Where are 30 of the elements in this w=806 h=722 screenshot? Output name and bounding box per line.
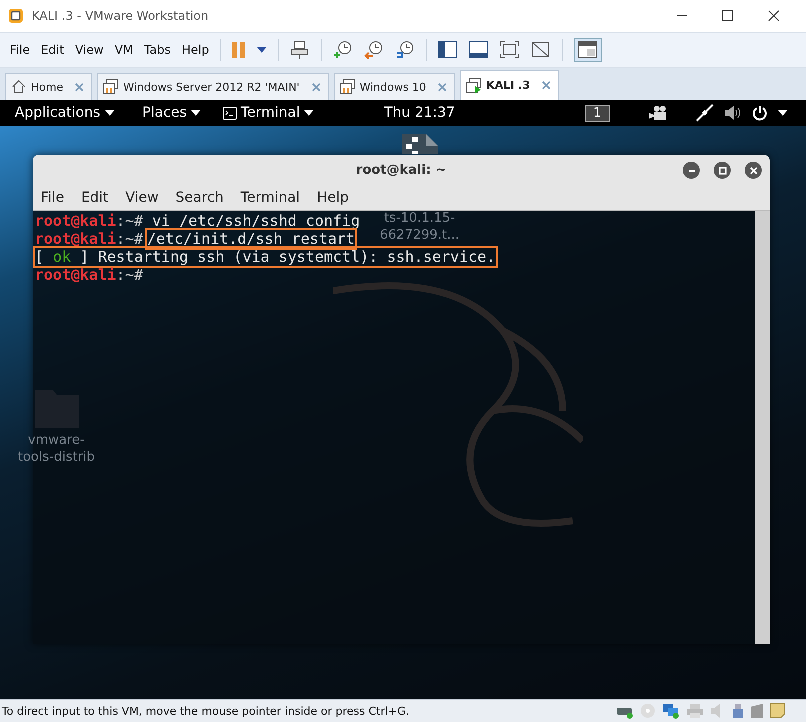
terminal-line: root@kali:~# vi /etc/ssh/sshd_config xyxy=(35,212,360,230)
menu-item[interactable]: File xyxy=(10,43,30,57)
menu-item[interactable]: Edit xyxy=(41,43,64,57)
menu-item[interactable]: Edit xyxy=(81,190,109,206)
clock[interactable]: Thu 21:37 xyxy=(384,105,456,121)
status-message: To direct input to this VM, move the mouse pointer inside or press Ctrl+G. xyxy=(2,704,410,718)
window-title: KALI .3 - VMware Workstation xyxy=(32,9,209,23)
terminal-menu[interactable]: Terminal xyxy=(223,105,314,121)
terminal-line: root@kali:~# /etc/init.d/ssh restart xyxy=(35,230,356,248)
menu-item[interactable]: View xyxy=(75,43,104,57)
places-menu[interactable]: Places xyxy=(142,105,202,121)
terminal-title: root@kali: ~ xyxy=(356,162,447,178)
vm-tab[interactable]: Home xyxy=(5,73,92,100)
menu-item[interactable]: Terminal xyxy=(240,190,300,206)
vm-tab[interactable]: Windows Server 2012 R2 'MAIN' xyxy=(97,73,329,100)
menu-item[interactable]: File xyxy=(41,190,64,206)
vm-tab[interactable]: Windows 10 xyxy=(334,73,456,100)
menu-item[interactable]: View xyxy=(126,190,159,206)
terminal-line: root@kali:~# xyxy=(35,266,144,284)
terminal-line: [ ok ] Restarting ssh (via systemctl): ssh.service. xyxy=(35,248,496,266)
menu-item[interactable]: Help xyxy=(317,190,349,206)
workspace-indicator[interactable]: 1 xyxy=(585,104,610,122)
vm-tab[interactable]: KALI .3 xyxy=(460,70,560,100)
menu-item[interactable]: Help xyxy=(182,43,210,57)
applications-menu[interactable]: Applications xyxy=(15,105,115,121)
menu-item[interactable]: Search xyxy=(176,190,224,206)
menu-item[interactable]: VM xyxy=(114,43,134,57)
desktop-icon-label: ts-10.1.15- 6627299.t... xyxy=(380,210,460,244)
desktop-icon-label: vmware- tools-distrib xyxy=(18,432,96,466)
menu-item[interactable]: Tabs xyxy=(144,43,171,57)
